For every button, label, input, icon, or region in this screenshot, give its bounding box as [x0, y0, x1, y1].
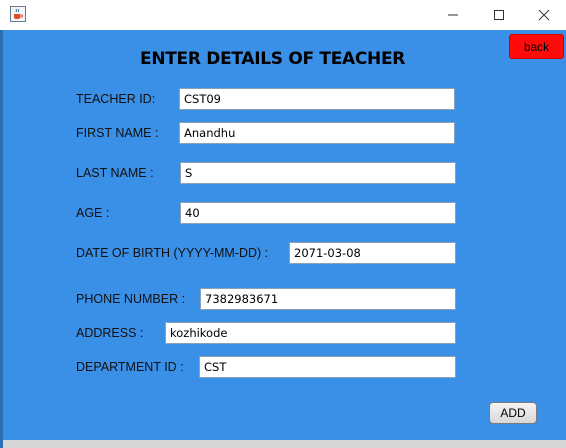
last-name-input[interactable]	[180, 162, 456, 184]
last-name-label: LAST NAME :	[76, 166, 154, 180]
minimize-button[interactable]	[430, 0, 476, 30]
back-button[interactable]: back	[509, 34, 564, 59]
window-titlebar	[0, 0, 566, 30]
window-bottom-border	[3, 440, 566, 448]
maximize-button[interactable]	[476, 0, 522, 30]
add-button[interactable]: ADD	[489, 402, 537, 424]
address-input[interactable]	[165, 322, 456, 344]
department-id-input[interactable]	[199, 356, 456, 378]
phone-input[interactable]	[200, 288, 456, 310]
phone-label: PHONE NUMBER :	[76, 292, 186, 306]
age-label: AGE :	[76, 206, 110, 220]
dob-label: DATE OF BIRTH (YYYY-MM-DD) :	[76, 246, 269, 260]
close-button[interactable]	[521, 0, 566, 30]
teacher-id-label: TEACHER ID:	[76, 92, 156, 106]
dob-input[interactable]	[289, 242, 456, 264]
minimize-icon	[447, 9, 459, 21]
java-cup-icon	[10, 6, 26, 22]
department-id-label: DEPARTMENT ID :	[76, 360, 184, 374]
address-label: ADDRESS :	[76, 326, 144, 340]
teacher-id-input[interactable]	[179, 88, 455, 110]
first-name-input[interactable]	[179, 122, 455, 144]
close-icon	[538, 9, 550, 21]
page-title: ENTER DETAILS OF TEACHER	[140, 49, 406, 69]
first-name-label: FIRST NAME :	[76, 126, 159, 140]
age-input[interactable]	[180, 202, 456, 224]
maximize-icon	[493, 9, 505, 21]
